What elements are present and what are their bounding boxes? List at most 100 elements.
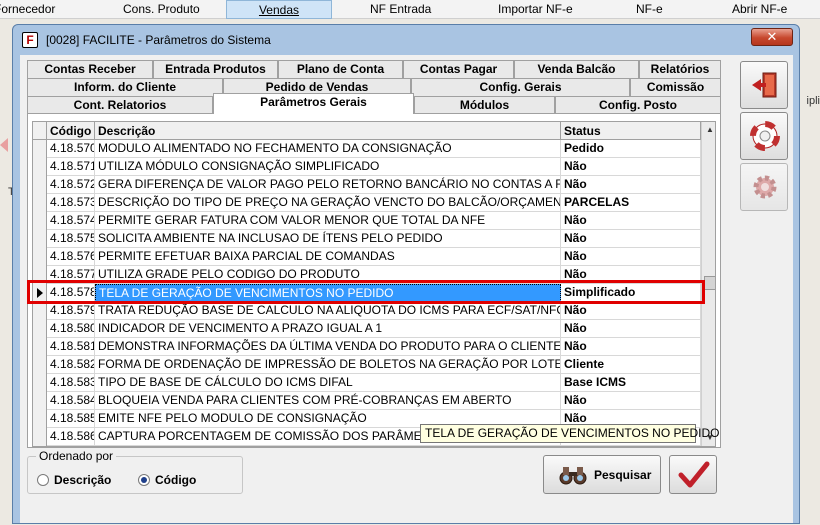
row-status[interactable]: Não	[561, 248, 701, 266]
menu-abrir-nfe[interactable]: Abrir NF-e	[732, 2, 787, 18]
row-indicator[interactable]	[33, 158, 47, 176]
parameters-grid[interactable]: Código Descrição Status 4.18.570 MODULO A…	[32, 121, 716, 447]
search-button[interactable]: Pesquisar	[543, 455, 661, 494]
tab-config-posto[interactable]: Config. Posto	[555, 96, 721, 114]
table-row[interactable]: 4.18.581 DEMONSTRA INFORMAÇÕES DA ÚLTIMA …	[33, 338, 701, 356]
row-code[interactable]: 4.18.581	[47, 338, 95, 356]
row-indicator[interactable]	[33, 338, 47, 356]
row-status[interactable]: Simplificado	[561, 284, 701, 302]
row-indicator[interactable]	[33, 140, 47, 158]
table-row[interactable]: 4.18.573 DESCRIÇÃO DO TIPO DE PREÇO NA GE…	[33, 194, 701, 212]
row-description[interactable]: DESCRIÇÃO DO TIPO DE PREÇO NA GERAÇÃO VE…	[95, 194, 561, 212]
ok-button[interactable]	[669, 455, 717, 494]
row-code[interactable]: 4.18.584	[47, 392, 95, 410]
row-description[interactable]: FORMA DE ORDENAÇÃO DE IMPRESSÃO DE BOLET…	[95, 356, 561, 374]
tab-plano-de-conta[interactable]: Plano de Conta	[278, 60, 403, 78]
row-indicator[interactable]	[33, 230, 47, 248]
row-indicator[interactable]	[33, 392, 47, 410]
config-button[interactable]	[740, 163, 788, 211]
row-description[interactable]: MODULO ALIMENTADO NO FECHAMENTO DA CONSI…	[95, 140, 561, 158]
row-description[interactable]: PERMITE EFETUAR BAIXA PARCIAL DE COMANDA…	[95, 248, 561, 266]
row-code[interactable]: 4.18.575	[47, 230, 95, 248]
row-code[interactable]: 4.18.583	[47, 374, 95, 392]
row-code[interactable]: 4.18.586	[47, 428, 95, 446]
row-status[interactable]: PARCELAS	[561, 194, 701, 212]
grid-vertical-scrollbar[interactable]: ▲ ▼	[701, 122, 715, 446]
order-by-description-radio[interactable]: Descrição	[37, 473, 111, 487]
table-row[interactable]: 4.18.571 UTILIZA MÓDULO CONSIGNAÇÃO SIMPL…	[33, 158, 701, 176]
row-code[interactable]: 4.18.578	[47, 284, 95, 302]
row-description[interactable]: TIPO DE BASE DE CÁLCULO DO ICMS DIFAL	[95, 374, 561, 392]
tab-modulos[interactable]: Módulos	[414, 96, 555, 114]
order-by-code-radio[interactable]: Código	[138, 473, 196, 487]
row-description[interactable]: UTILIZA GRADE PELO CODIGO DO PRODUTO	[95, 266, 561, 284]
row-code[interactable]: 4.18.582	[47, 356, 95, 374]
table-row[interactable]: 4.18.575 SOLICITA AMBIENTE NA INCLUSAO DE…	[33, 230, 701, 248]
row-description[interactable]: TRATA REDUÇÃO BASE DE CALCULO NA ALIQUOT…	[95, 302, 561, 320]
row-status[interactable]: Não	[561, 338, 701, 356]
row-description[interactable]: PERMITE GERAR FATURA COM VALOR MENOR QUE…	[95, 212, 561, 230]
row-indicator[interactable]	[33, 302, 47, 320]
row-description[interactable]: DEMONSTRA INFORMAÇÕES DA ÚLTIMA VENDA DO…	[95, 338, 561, 356]
window-titlebar[interactable]: F [0028] FACILITE - Parâmetros do Sistem…	[13, 25, 799, 55]
row-indicator[interactable]	[33, 410, 47, 428]
row-indicator[interactable]	[33, 374, 47, 392]
row-description[interactable]: GERA DIFERENÇA DE VALOR PAGO PELO RETORN…	[95, 176, 561, 194]
table-row[interactable]: 4.18.572 GERA DIFERENÇA DE VALOR PAGO PEL…	[33, 176, 701, 194]
row-code[interactable]: 4.18.580	[47, 320, 95, 338]
row-code[interactable]: 4.18.571	[47, 158, 95, 176]
row-status[interactable]: Não	[561, 302, 701, 320]
menu-cons-produto[interactable]: Cons. Produto	[123, 2, 200, 18]
tab-relatorios[interactable]: Relatórios	[639, 60, 721, 78]
table-row[interactable]: 4.18.580 INDICADOR DE VENCIMENTO A PRAZO …	[33, 320, 701, 338]
table-row[interactable]: 4.18.582 FORMA DE ORDENAÇÃO DE IMPRESSÃO …	[33, 356, 701, 374]
column-header-code[interactable]: Código	[47, 122, 95, 140]
table-row[interactable]: 4.18.583 TIPO DE BASE DE CÁLCULO DO ICMS …	[33, 374, 701, 392]
row-indicator[interactable]	[33, 248, 47, 266]
row-code[interactable]: 4.18.577	[47, 266, 95, 284]
table-row[interactable]: 4.18.584 BLOQUEIA VENDA PARA CLIENTES COM…	[33, 392, 701, 410]
row-status[interactable]: Não	[561, 320, 701, 338]
row-indicator[interactable]	[33, 428, 47, 446]
menu-vendas[interactable]: Vendas	[226, 0, 332, 19]
row-status[interactable]: Não	[561, 176, 701, 194]
row-status[interactable]: Não	[561, 230, 701, 248]
row-indicator[interactable]	[33, 284, 47, 302]
row-status[interactable]: Não	[561, 266, 701, 284]
menu-nfe[interactable]: NF-e	[636, 2, 663, 18]
table-row[interactable]: 4.18.574 PERMITE GERAR FATURA COM VALOR M…	[33, 212, 701, 230]
row-code[interactable]: 4.18.570	[47, 140, 95, 158]
tab-entrada-produtos[interactable]: Entrada Produtos	[153, 60, 278, 78]
tab-comissao[interactable]: Comissão	[630, 78, 721, 96]
row-status[interactable]: Não	[561, 212, 701, 230]
tab-inform-do-cliente[interactable]: Inform. do Cliente	[27, 78, 223, 96]
menu-nf-entrada[interactable]: NF Entrada	[370, 2, 431, 18]
row-code[interactable]: 4.18.585	[47, 410, 95, 428]
scroll-thumb[interactable]	[704, 276, 715, 290]
tab-cont-relatorios[interactable]: Cont. Relatorios	[27, 96, 213, 114]
row-indicator[interactable]	[33, 176, 47, 194]
exit-button[interactable]	[740, 61, 788, 109]
row-code[interactable]: 4.18.573	[47, 194, 95, 212]
row-indicator[interactable]	[33, 320, 47, 338]
row-status[interactable]: Base ICMS	[561, 374, 701, 392]
row-description[interactable]: BLOQUEIA VENDA PARA CLIENTES COM PRÉ-COB…	[95, 392, 561, 410]
row-code[interactable]: 4.18.579	[47, 302, 95, 320]
table-row[interactable]: 4.18.577 UTILIZA GRADE PELO CODIGO DO PRO…	[33, 266, 701, 284]
table-row[interactable]: 4.18.578 TELA DE GERAÇÃO DE VENCIMENTOS N…	[33, 284, 701, 302]
row-description[interactable]: SOLICITA AMBIENTE NA INCLUSAO DE ÍTENS P…	[95, 230, 561, 248]
tab-contas-pagar[interactable]: Contas Pagar	[403, 60, 514, 78]
row-status[interactable]: Não	[561, 392, 701, 410]
row-status[interactable]: Não	[561, 158, 701, 176]
help-button[interactable]	[740, 112, 788, 160]
row-description[interactable]: INDICADOR DE VENCIMENTO A PRAZO IGUAL A …	[95, 320, 561, 338]
tab-config-gerais[interactable]: Config. Gerais	[411, 78, 630, 96]
row-indicator[interactable]	[33, 356, 47, 374]
row-indicator[interactable]	[33, 266, 47, 284]
row-description[interactable]: UTILIZA MÓDULO CONSIGNAÇÃO SIMPLIFICADO	[95, 158, 561, 176]
menu-fornecedor[interactable]: Fornecedor	[0, 2, 55, 18]
tab-venda-balcao[interactable]: Venda Balcão	[514, 60, 639, 78]
column-header-status[interactable]: Status	[561, 122, 701, 140]
menu-importar-nfe[interactable]: Importar NF-e	[498, 2, 573, 18]
row-status[interactable]: Cliente	[561, 356, 701, 374]
